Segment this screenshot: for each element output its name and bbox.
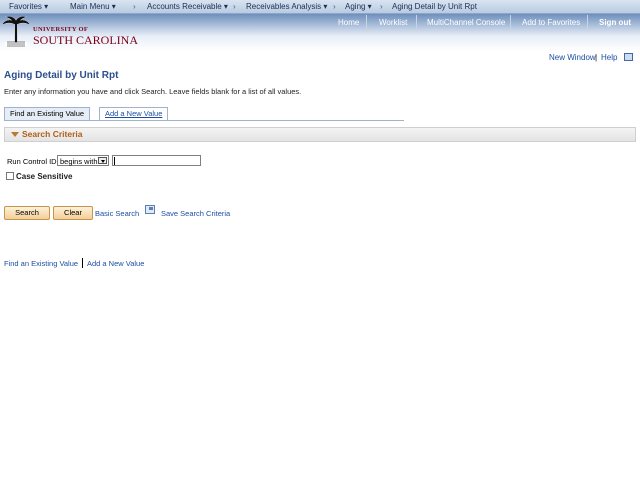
save-search-icon[interactable] [145,205,155,214]
divider [366,15,367,29]
run-control-id-label: Run Control ID: [7,157,59,166]
divider [587,15,588,29]
nav-accounts-receivable[interactable]: Accounts Receivable ▾ [147,2,228,11]
multichannel-console-link[interactable]: MultiChannel Console [427,18,505,27]
nav-main-menu[interactable]: Main Menu ▾ [70,2,116,11]
clear-button[interactable]: Clear [53,206,93,220]
tab-find-existing-value[interactable]: Find an Existing Value [4,107,91,121]
operator-select[interactable]: begins with [57,155,109,166]
search-criteria-label: Search Criteria [22,129,83,139]
nav-aging-detail[interactable]: Aging Detail by Unit Rpt [392,2,477,11]
divider [416,15,417,29]
case-sensitive-checkbox[interactable] [6,172,14,180]
run-control-id-input[interactable] [112,155,201,166]
chevron-right-icon: › [333,2,336,11]
divider [82,258,83,268]
search-button[interactable]: Search [4,206,50,220]
customize-page-icon[interactable] [624,53,633,61]
dropdown-arrow-icon[interactable] [98,157,107,164]
sign-out-link[interactable]: Sign out [599,18,631,27]
case-sensitive-label: Case Sensitive [16,172,73,181]
chevron-right-icon: › [233,2,236,11]
nav-favorites[interactable]: Favorites ▾ [9,2,48,11]
nav-receivables-analysis[interactable]: Receivables Analysis ▾ [246,2,327,11]
bottom-find-existing-link[interactable]: Find an Existing Value [4,259,78,268]
page-title: Aging Detail by Unit Rpt [4,70,119,81]
collapse-triangle-icon [11,132,19,137]
search-criteria-header[interactable]: Search Criteria [4,127,636,142]
divider [510,15,511,29]
basic-search-link[interactable]: Basic Search [95,209,139,218]
breadcrumb-menu: Favorites ▾ Main Menu ▾ › Accounts Recei… [0,0,640,14]
nav-aging[interactable]: Aging ▾ [345,2,372,11]
bottom-add-new-link[interactable]: Add a New Value [87,259,144,268]
tab-underline [4,120,404,121]
worklist-link[interactable]: Worklist [379,18,407,27]
new-window-link[interactable]: New Window [549,53,596,62]
help-link[interactable]: Help [601,53,617,62]
chevron-right-icon: › [380,2,383,11]
save-search-criteria-link[interactable]: Save Search Criteria [161,209,230,218]
logo-line-2: SOUTH CAROLINA [33,33,138,47]
home-link[interactable]: Home [338,18,359,27]
header-band: UNIVERSITY OF SOUTH CAROLINA Home Workli… [0,14,640,51]
page-instructions: Enter any information you have and click… [4,87,302,96]
operator-value: begins with [60,157,98,166]
logo-line-1: UNIVERSITY OF [33,26,89,33]
add-to-favorites-link[interactable]: Add to Favorites [522,18,580,27]
tab-add-new-value[interactable]: Add a New Value [99,107,169,121]
utility-separator: | [595,53,598,62]
palmetto-tree-icon [3,16,29,47]
chevron-right-icon: › [133,2,136,11]
university-logo[interactable]: UNIVERSITY OF SOUTH CAROLINA [3,16,138,50]
